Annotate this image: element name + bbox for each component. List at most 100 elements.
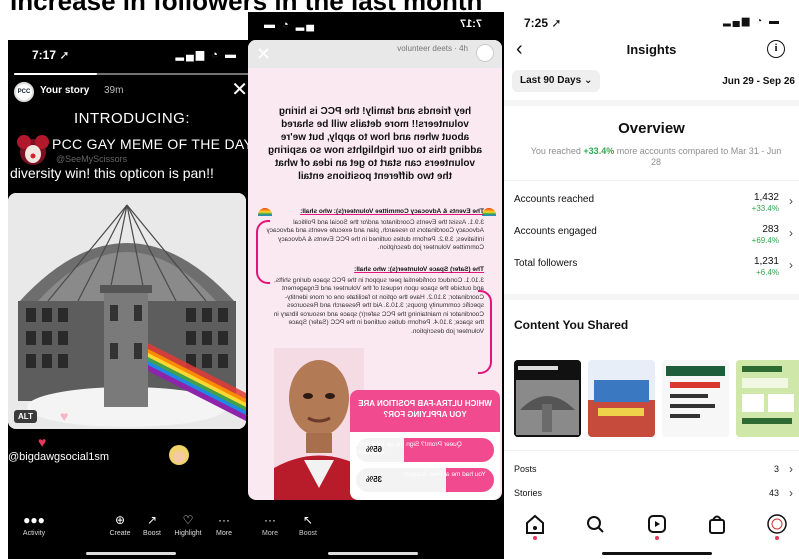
close-icon[interactable]: ✕ [231, 80, 248, 100]
story-header: PCC Your story 39m ✕ [14, 80, 250, 104]
chevron-down-icon: ⌄ [583, 75, 593, 86]
home-tab[interactable] [520, 512, 550, 540]
search-icon [587, 516, 604, 533]
viewers-avatars-icon: ●●● [23, 513, 45, 527]
space-volunteer-block: The (Safer) Space Volunteer(s): who shal… [266, 266, 484, 336]
story-caption: diversity win! this opticon is pan!! [10, 165, 214, 181]
space-volunteer-body: 3.10.1. Conduct confidential peer suppor… [273, 276, 484, 335]
story-panel: 7:17 ➚ ▂▄▆ ◔ ▬ PCC Your story 39m ✕ INTR… [8, 40, 256, 559]
status-time: 7:25 ➚ [524, 16, 562, 30]
poll-option[interactable]: You had me at Peer Support 35% [356, 468, 494, 492]
story-username[interactable]: Your story [40, 85, 89, 96]
more-icon: ··· [264, 513, 276, 527]
overview-summary: You reached +33.4% more accounts compare… [530, 146, 782, 167]
nav-bar: Insights ‹ i [504, 38, 799, 64]
metric-accounts-engaged[interactable]: Accounts engaged 283 +69.4% › [514, 224, 797, 254]
blonde-sticker-icon [169, 445, 189, 465]
heart-icon: ♥ [38, 434, 47, 450]
close-icon[interactable]: ✕ [256, 44, 271, 65]
shop-icon [709, 515, 725, 534]
overview-title: Overview [618, 120, 685, 137]
intro-text: INTRODUCING: [74, 110, 190, 127]
poll-question: WHICH ULTRA-FAB POSITION ARE YOU APPLYIN… [350, 390, 500, 432]
info-icon[interactable]: i [767, 40, 785, 58]
poll-option[interactable]: Queer Prom!? Sign me up for events volun… [356, 438, 494, 462]
highlight-button[interactable]: ♡ Highlight [168, 510, 208, 537]
more-button[interactable]: ··· More [250, 510, 290, 537]
highlight-icon: ♡ [182, 513, 194, 527]
chevron-right-icon: › [789, 462, 793, 476]
boost-button[interactable]: ↗ Boost [132, 510, 172, 537]
story-bottom-bar: ··· More ↖ Boost [248, 510, 504, 550]
reels-icon [648, 515, 666, 533]
story-username[interactable]: volunteer deets · 4h [397, 44, 468, 53]
home-icon [526, 514, 544, 534]
posts-row[interactable]: Posts 3 › [514, 462, 797, 480]
home-indicator [602, 552, 712, 555]
poll-sticker[interactable]: WHICH ULTRA-FAB POSITION ARE YOU APPLYIN… [350, 390, 500, 500]
heart-icon: ♥ [60, 408, 69, 424]
page-title: Insights [626, 42, 677, 57]
story-bottom-bar: ●●● Activity ⊕ Create ↗ Boost ♡ Highligh… [8, 510, 256, 550]
content-thumbnail[interactable] [736, 360, 799, 437]
chevron-right-icon: › [789, 486, 793, 500]
volunteer-story-card: ✕ volunteer deets · 4h hey friends and f… [248, 40, 502, 500]
bottom-tab-bar [504, 512, 799, 542]
volunteer-heading: hey friends and family! the PCC is hirin… [268, 106, 482, 182]
story-timestamp: 39m [104, 85, 124, 96]
section-divider [504, 100, 799, 106]
reels-tab[interactable] [642, 512, 672, 540]
meme-handle: @SeeMyScissors [56, 154, 128, 164]
back-icon[interactable]: ‹ [516, 38, 523, 60]
story-progress-bar [14, 73, 250, 75]
status-icons: ▂▄▆ ◔ ▬ [722, 16, 781, 27]
status-icons: ▂▄▆ ◔ ▬ [175, 49, 238, 61]
status-bar: 7:17 ➚ ▂▄▆ ◔ ▬ [8, 40, 256, 68]
divider [504, 180, 799, 181]
content-thumbnail[interactable] [662, 360, 729, 437]
home-indicator [86, 552, 176, 555]
status-icons: ▬ ◔ ▂▄ [264, 19, 317, 31]
profile-avatar-icon [767, 514, 787, 534]
date-range-text: Jun 29 - Sep 26 [722, 76, 795, 87]
events-volunteer-body: 3.9.1. Assist the Events Coordinator and… [266, 218, 484, 252]
content-shared-title: Content You Shared [514, 318, 629, 332]
boost-icon: ↗ [146, 513, 158, 527]
status-bar: ▬ ◔ ▂▄ 7:17 [248, 12, 504, 34]
space-volunteer-header: The (Safer) Space Volunteer(s): who shal… [354, 266, 484, 273]
profile-tab[interactable] [762, 512, 792, 540]
boost-button[interactable]: ↖ Boost [288, 510, 328, 537]
stories-row[interactable]: Stories 43 › [514, 486, 797, 504]
shop-tab[interactable] [702, 512, 732, 538]
chevron-right-icon: › [789, 258, 793, 272]
avatar[interactable] [476, 44, 494, 62]
content-thumbnail[interactable] [588, 360, 655, 437]
meme-title: PCC GAY MEME OF THE DAY [52, 136, 254, 152]
status-time: 7:17 ➚ [32, 48, 70, 62]
activity-button[interactable]: ●●● Activity [14, 510, 54, 537]
avatar[interactable]: PCC [14, 82, 34, 102]
rainbow-icon [482, 208, 496, 216]
search-tab[interactable] [580, 512, 610, 538]
content-thumbnail[interactable] [514, 360, 581, 437]
boost-icon: ↖ [302, 513, 314, 527]
more-icon: ··· [218, 513, 230, 527]
metric-total-followers[interactable]: Total followers 1,231 +6.4% › [514, 256, 797, 286]
status-time: 7:17 [459, 18, 482, 30]
date-range-dropdown[interactable]: Last 90 Days ⌄ [512, 70, 601, 92]
panopticon-image: ALT [8, 193, 246, 429]
insights-panel: 7:25 ➚ ▂▄▆ ◔ ▬ Insights ‹ i Last 90 Days… [504, 0, 799, 559]
poll-option-label: You had me at Peer Support [404, 471, 486, 478]
chevron-right-icon: › [789, 194, 793, 208]
metric-accounts-reached[interactable]: Accounts reached 1,432 +33.4% › [514, 192, 797, 222]
mention-sticker[interactable]: @bigdawgsocial1sm [8, 451, 109, 463]
more-button[interactable]: ··· More [204, 510, 244, 537]
story-header: ✕ volunteer deets · 4h [248, 40, 502, 68]
mirrored-story-panel: ▬ ◔ ▂▄ 7:17 ✕ volunteer deets · 4h hey f… [248, 12, 504, 559]
events-volunteer-header: The Events & Advocacy Committee Voluntee… [300, 208, 484, 215]
alt-badge[interactable]: ALT [14, 410, 37, 423]
chevron-right-icon: › [789, 226, 793, 240]
divider [504, 450, 799, 451]
events-volunteer-block: The Events & Advocacy Committee Voluntee… [266, 208, 484, 253]
section-divider [504, 294, 799, 300]
